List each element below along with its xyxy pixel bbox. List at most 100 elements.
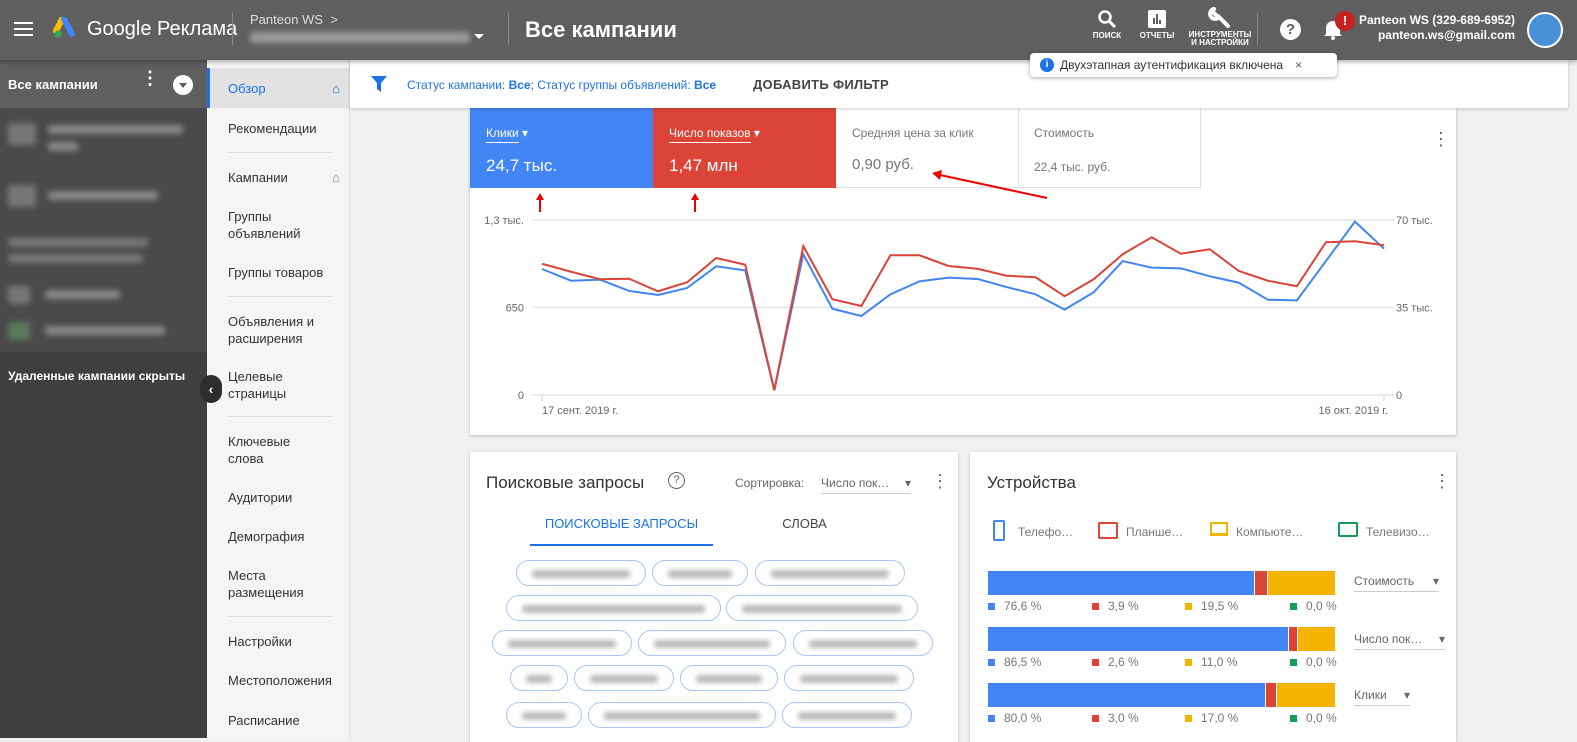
query-chip-blurred[interactable] bbox=[492, 630, 632, 656]
nav-label: Обзор bbox=[228, 81, 266, 96]
metric-tile-avg-cpc[interactable]: Средняя цена за клик 0,90 руб. bbox=[836, 108, 1019, 188]
more-vert-icon[interactable]: ⋮ bbox=[1432, 136, 1450, 142]
add-filter-button[interactable]: ДОБАВИТЬ ФИЛЬТР bbox=[753, 77, 889, 92]
campaign-item-blurred[interactable] bbox=[8, 254, 143, 263]
campaign-item-blurred[interactable] bbox=[45, 326, 165, 335]
toast-notification: i Двухэтапная аутентификация включена × bbox=[1030, 53, 1337, 77]
tools-label: ИНСТРУМЕНТЫ И НАСТРОЙКИ bbox=[1188, 31, 1252, 47]
status-filter[interactable]: Статус кампании: Все; Статус группы объя… bbox=[407, 78, 716, 92]
nav-item-ads-extensions[interactable]: Объявления и расширения bbox=[207, 313, 317, 347]
dropdown-arrow-icon[interactable]: ▾ bbox=[754, 126, 760, 140]
query-chip-blurred[interactable] bbox=[782, 702, 912, 728]
query-chip-blurred[interactable] bbox=[726, 595, 918, 621]
campaign-icon-blurred bbox=[8, 185, 36, 207]
performance-chart-card: Клики ▾ 24,7 тыс. Число показов ▾ 1,47 м… bbox=[470, 108, 1456, 435]
query-chip-blurred[interactable] bbox=[510, 665, 568, 691]
filter-bar: Статус кампании: Все; Статус группы объя… bbox=[350, 60, 1568, 108]
nav-item-locations[interactable]: Местоположения bbox=[207, 672, 350, 689]
x-axis-start-label: 17 сент. 2019 г. bbox=[542, 405, 618, 417]
account-selector-blurred[interactable] bbox=[250, 32, 470, 43]
query-chip-blurred[interactable] bbox=[793, 630, 933, 656]
query-chip-blurred[interactable] bbox=[588, 702, 776, 728]
campaign-item-blurred[interactable] bbox=[48, 191, 158, 200]
divider bbox=[228, 152, 333, 153]
campaign-item-blurred[interactable] bbox=[48, 125, 183, 134]
account-breadcrumb[interactable]: Panteon WS > bbox=[250, 12, 338, 27]
query-chip-blurred[interactable] bbox=[680, 665, 778, 691]
avatar[interactable] bbox=[1527, 12, 1563, 48]
nav-item-demographics[interactable]: Демография bbox=[207, 528, 350, 545]
device-percent: 3,0 % bbox=[1092, 711, 1139, 725]
device-percent: 2,6 % bbox=[1092, 655, 1139, 669]
campaign-icon-blurred bbox=[8, 286, 30, 304]
tab-words[interactable]: СЛОВА bbox=[713, 508, 896, 546]
campaign-item-blurred[interactable] bbox=[45, 290, 120, 299]
more-vert-icon[interactable]: ⋮ bbox=[141, 75, 145, 81]
metric-select-cost[interactable]: Стоимость ▾ bbox=[1354, 574, 1439, 592]
device-percent: 3,9 % bbox=[1092, 599, 1139, 613]
help-icon[interactable]: ? bbox=[668, 472, 685, 489]
nav-item-schedule[interactable]: Расписание bbox=[207, 712, 350, 729]
campaign-item-blurred[interactable] bbox=[8, 238, 148, 247]
query-chip-blurred[interactable] bbox=[652, 560, 748, 586]
query-chip-blurred[interactable] bbox=[784, 665, 914, 691]
campaign-sidebar: Все кампании ⋮ Удаленные кампании скрыты… bbox=[0, 60, 207, 738]
tools-button[interactable]: ИНСТРУМЕНТЫ И НАСТРОЙКИ bbox=[1188, 7, 1252, 47]
metric-tile-cost[interactable]: Стоимость 22,4 тыс. руб. bbox=[1018, 108, 1201, 188]
menu-icon[interactable] bbox=[14, 22, 33, 36]
sort-select[interactable]: Число пок… ▾ bbox=[821, 476, 911, 494]
page-title: Все кампании bbox=[525, 17, 677, 43]
nav-item-placements[interactable]: Места размещения bbox=[207, 567, 307, 601]
metric-tile-clicks[interactable]: Клики ▾ 24,7 тыс. bbox=[470, 108, 653, 188]
metric-value: 22,4 тыс. руб. bbox=[1034, 160, 1200, 174]
nav-item-recommendations[interactable]: Рекомендации bbox=[207, 120, 350, 137]
filter-icon[interactable] bbox=[371, 76, 387, 92]
account-info[interactable]: Panteon WS (329-689-6952) panteon.ws@gma… bbox=[1359, 13, 1515, 43]
dropdown-arrow-icon[interactable]: ▾ bbox=[522, 126, 528, 140]
nav-item-product-groups[interactable]: Группы товаров bbox=[207, 264, 350, 281]
sidebar-title[interactable]: Все кампании bbox=[8, 77, 98, 92]
query-chip-blurred[interactable] bbox=[516, 560, 646, 586]
divider bbox=[228, 296, 333, 297]
help-icon[interactable]: ? bbox=[1280, 19, 1301, 40]
reports-label: ОТЧЕТЫ bbox=[1138, 31, 1176, 40]
query-chip-blurred[interactable] bbox=[755, 560, 905, 586]
metric-label: Средняя цена за клик bbox=[852, 126, 1018, 140]
metric-select-clicks[interactable]: Клики ▾ bbox=[1354, 688, 1410, 706]
dropdown-arrow-icon[interactable] bbox=[474, 34, 484, 39]
nav-item-settings[interactable]: Настройки bbox=[207, 633, 350, 650]
search-button[interactable]: ПОИСК bbox=[1090, 9, 1124, 40]
query-chip-blurred[interactable] bbox=[506, 702, 582, 728]
metric-tile-impressions[interactable]: Число показов ▾ 1,47 млн bbox=[653, 108, 836, 188]
metric-value: 1,47 млн bbox=[669, 156, 836, 176]
nav-item-keywords[interactable]: Ключевые слова bbox=[207, 433, 297, 467]
sort-label: Сортировка: bbox=[735, 476, 804, 490]
dropdown-circle-icon[interactable] bbox=[173, 75, 193, 95]
nav-item-ad-groups[interactable]: Группы объявлений bbox=[207, 208, 307, 242]
metric-select-impressions[interactable]: Число пок… ▾ bbox=[1354, 632, 1445, 650]
query-chip-blurred[interactable] bbox=[638, 630, 786, 656]
reports-button[interactable]: ОТЧЕТЫ bbox=[1138, 9, 1176, 40]
close-icon[interactable]: × bbox=[1295, 58, 1302, 72]
tablet-icon bbox=[1098, 522, 1118, 539]
brand-name: Google Реклама bbox=[87, 18, 237, 41]
more-vert-icon[interactable]: ⋮ bbox=[1433, 478, 1451, 484]
nav-item-overview[interactable]: Обзор⌂ bbox=[207, 68, 350, 108]
tab-search-queries[interactable]: ПОИСКОВЫЕ ЗАПРОСЫ bbox=[530, 508, 713, 546]
query-chip-blurred[interactable] bbox=[506, 595, 721, 621]
toast-text: Двухэтапная аутентификация включена bbox=[1060, 58, 1283, 72]
campaign-item-blurred[interactable] bbox=[48, 142, 78, 151]
query-chip-blurred[interactable] bbox=[574, 665, 674, 691]
card-title: Поисковые запросы bbox=[486, 473, 644, 493]
nav-item-audiences[interactable]: Аудитории bbox=[207, 489, 350, 506]
more-vert-icon[interactable]: ⋮ bbox=[931, 478, 949, 484]
device-bar-segment bbox=[1266, 683, 1275, 707]
collapse-sidebar-icon[interactable]: ‹ bbox=[200, 375, 222, 403]
nav-item-campaigns[interactable]: Кампании⌂ bbox=[207, 169, 350, 186]
account-path: Panteon WS bbox=[250, 12, 323, 27]
sidebar-header: Все кампании ⋮ bbox=[0, 60, 207, 108]
sort-value: Число пок… bbox=[821, 476, 889, 490]
metric-label: Клики bbox=[486, 126, 519, 143]
select-value: Клики bbox=[1354, 688, 1387, 702]
search-label: ПОИСК bbox=[1090, 31, 1124, 40]
